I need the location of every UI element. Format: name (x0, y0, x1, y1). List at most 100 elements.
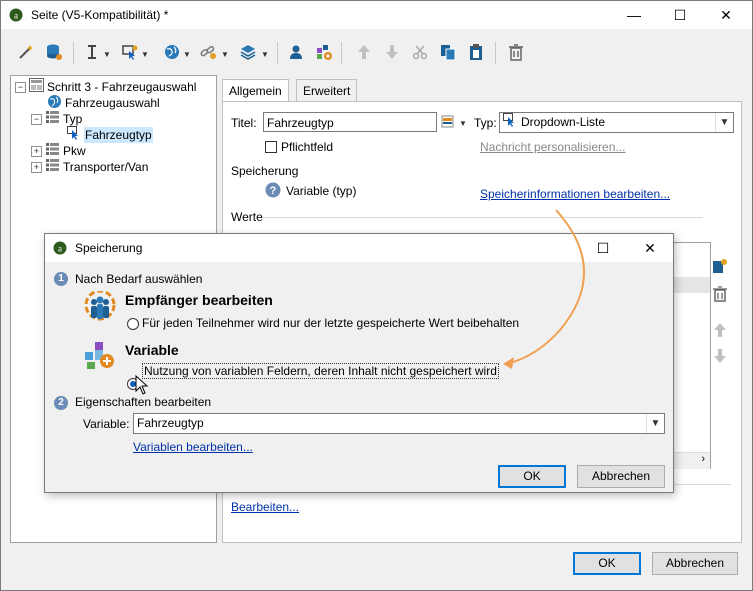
storage-variable-text: Variable (typ) (286, 184, 357, 198)
dialog-title: Speicherung (75, 241, 143, 255)
personalize-icon[interactable] (441, 114, 457, 133)
chevron-down-icon[interactable]: ▼ (221, 50, 229, 59)
step2-label: Eigenschaften bearbeiten (75, 395, 212, 409)
tree-node-label: Fahrzeugtyp (84, 127, 153, 143)
tab-allgemein[interactable]: Allgemein (222, 79, 289, 103)
required-checkbox[interactable] (265, 141, 277, 153)
chevron-down-icon[interactable]: ▼ (103, 50, 111, 59)
storage-dialog: a Speicherung ☐ ✕ 1 Nach Bedarf auswähle… (44, 233, 674, 493)
tree-node-transporter[interactable]: + Transporter/Van (31, 159, 148, 175)
edit-storage-link[interactable]: Speicherinformationen bearbeiten... (480, 187, 670, 201)
type-select-value: Dropdown-Liste (521, 115, 606, 129)
layers-icon[interactable] (237, 41, 259, 63)
cursor-icon (503, 112, 517, 133)
dialog-ok-label: OK (523, 469, 541, 483)
copy-icon[interactable] (437, 41, 459, 63)
type-select[interactable]: Dropdown-Liste ▼ (499, 112, 734, 133)
title-bar: a Seite (V5-Kompatibilität) * — ☐ ✕ (1, 1, 752, 29)
expand-icon[interactable]: + (31, 161, 42, 173)
paste-icon[interactable] (465, 41, 487, 63)
page-icon (29, 78, 44, 96)
move-down-icon[interactable] (381, 41, 403, 63)
tab-erweitert[interactable]: Erweitert (296, 79, 358, 102)
chevron-down-icon[interactable]: ▼ (141, 50, 149, 59)
tree-node-typ[interactable]: − Typ (31, 111, 82, 127)
recipient-option-label: Für jeden Teilnehmer wird nur der letzte… (142, 316, 520, 330)
close-button[interactable]: ✕ (627, 234, 673, 262)
tree-node-label: Typ (63, 112, 83, 126)
chevron-right-icon[interactable]: › (701, 453, 705, 465)
insert-control-icon[interactable] (119, 41, 141, 63)
trash-icon[interactable] (505, 41, 527, 63)
app-icon: a (53, 241, 67, 258)
tree-node-label: Transporter/Van (63, 160, 149, 174)
chevron-down-icon[interactable]: ▼ (646, 414, 664, 433)
link-icon[interactable] (197, 41, 219, 63)
tree-node-fahrzeugauswahl[interactable]: Fahrzeugauswahl (47, 94, 160, 111)
ok-button[interactable]: OK (573, 552, 641, 575)
dialog-title-bar: a Speicherung ☐ ✕ (45, 234, 673, 262)
insert-field-icon[interactable] (81, 41, 103, 63)
move-down-icon[interactable] (712, 348, 728, 367)
list-icon (45, 110, 60, 128)
toolbar-separator (341, 42, 342, 64)
database-icon[interactable] (43, 41, 65, 63)
globe-icon[interactable] (161, 41, 183, 63)
variable-option-label: Nutzung von variablen Feldern, deren Inh… (142, 363, 499, 379)
variable-select-value: Fahrzeugtyp (137, 416, 204, 430)
cancel-button[interactable]: Abbrechen (652, 552, 738, 575)
move-up-icon[interactable] (353, 41, 375, 63)
tree-node-label: Fahrzeugauswahl (65, 96, 160, 110)
toolbar: ▼ ▼ ▼ ▼ ▼ (1, 38, 752, 68)
chevron-down-icon[interactable]: ▼ (261, 50, 269, 59)
edit-link[interactable]: Bearbeiten... (231, 500, 299, 514)
ok-button-label: OK (598, 556, 616, 570)
app-icon: a (9, 8, 23, 25)
svg-text:?: ? (270, 185, 277, 197)
recipient-radio[interactable] (127, 318, 139, 330)
variable-icon (85, 340, 117, 373)
type-label: Typ: (474, 116, 497, 130)
cut-icon[interactable] (409, 41, 431, 63)
variable-select[interactable]: Fahrzeugtyp ▼ (133, 413, 665, 434)
magic-wand-icon[interactable] (15, 41, 37, 63)
cancel-button-label: Abbrechen (665, 556, 725, 570)
step-number: 1 (54, 272, 68, 286)
add-personalization-icon[interactable] (313, 41, 335, 63)
toolbar-separator (73, 42, 74, 64)
user-icon[interactable] (285, 41, 307, 63)
edit-variables-link[interactable]: Variablen bearbeiten... (133, 440, 253, 454)
dialog-cancel-label: Abbrechen (591, 469, 651, 483)
move-up-icon[interactable] (712, 322, 728, 341)
close-button[interactable]: ✕ (703, 1, 749, 29)
toolbar-separator (277, 42, 278, 64)
tree-node-fahrzeugtyp[interactable]: Fahrzeugtyp (67, 126, 153, 143)
trash-icon[interactable] (712, 286, 728, 305)
recipient-heading: Empfänger bearbeiten (125, 292, 273, 308)
personalize-message-link[interactable]: Nachricht personalisieren... (480, 140, 625, 154)
dialog-ok-button[interactable]: OK (498, 465, 566, 488)
chevron-down-icon[interactable]: ▼ (715, 113, 733, 132)
storage-heading: Speicherung (231, 164, 299, 178)
minimize-button[interactable]: — (611, 1, 657, 29)
tree-node-root[interactable]: − Schritt 3 - Fahrzeugauswahl (15, 78, 196, 96)
collapse-icon[interactable]: − (31, 113, 42, 125)
chevron-down-icon[interactable]: ▼ (459, 119, 467, 128)
toolbar-separator (495, 42, 496, 64)
tree-node-label: Pkw (63, 144, 86, 158)
title-label: Titel: (231, 116, 257, 130)
collapse-icon[interactable]: − (15, 81, 26, 93)
variable-heading: Variable (125, 342, 179, 358)
required-label: Pflichtfeld (281, 140, 334, 154)
dialog-cancel-button[interactable]: Abbrechen (577, 465, 665, 488)
chevron-down-icon[interactable]: ▼ (183, 50, 191, 59)
maximize-button[interactable]: ☐ (657, 1, 703, 29)
title-input[interactable]: Fahrzeugtyp (263, 112, 437, 132)
expand-icon[interactable]: + (31, 145, 42, 157)
maximize-button[interactable]: ☐ (580, 234, 626, 262)
window-title: Seite (V5-Kompatibilität) * (31, 8, 169, 22)
tree-node-pkw[interactable]: + Pkw (31, 143, 86, 159)
list-icon (45, 158, 60, 176)
step-number: 2 (54, 396, 68, 410)
add-value-icon[interactable] (712, 258, 728, 277)
